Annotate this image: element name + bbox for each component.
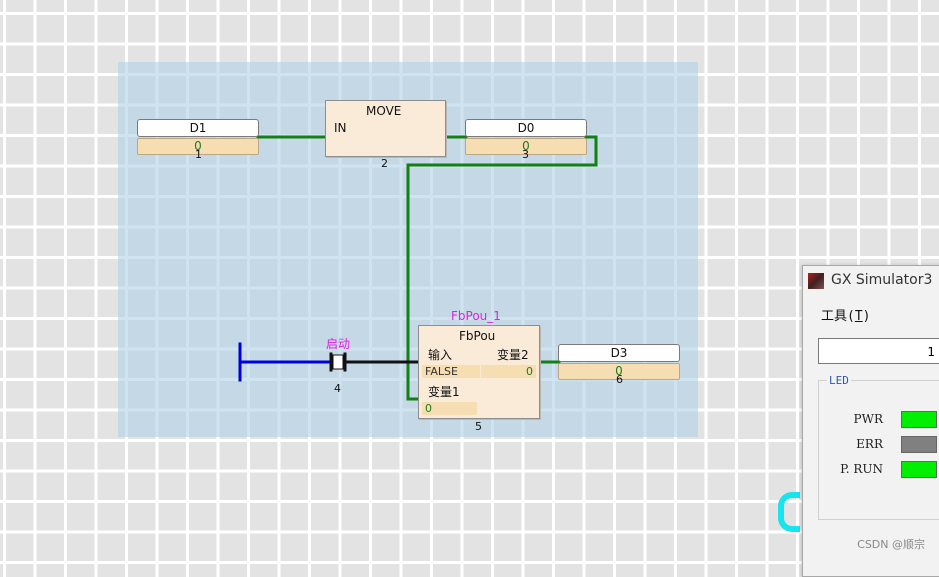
- gx-simulator-window[interactable]: GX Simulator3 工具(T) 1 LED PWR ERR P. RUN: [802, 265, 939, 577]
- window-title: GX Simulator3: [831, 272, 933, 288]
- fb-input2-value: 0: [422, 402, 477, 415]
- node-index-3: 3: [522, 148, 529, 161]
- fb-title: FbPou: [459, 329, 496, 343]
- variable-d0-name: D0: [465, 119, 587, 137]
- node-index-1: 1: [195, 148, 202, 161]
- led-label-err: ERR: [856, 437, 883, 451]
- variable-d3-name: D3: [558, 344, 680, 362]
- move-block-input: IN: [334, 121, 347, 135]
- fb-input2-label: 变量1: [428, 385, 460, 399]
- fb-output-label: 变量2: [497, 348, 529, 362]
- cyan-shape: [778, 492, 800, 532]
- led-label-prun: P. RUN: [840, 462, 883, 476]
- menu-tools[interactable]: 工具(T): [821, 305, 870, 324]
- menu-tools-suffix: ): [862, 309, 871, 324]
- variable-d1-name: D1: [137, 119, 259, 137]
- led-pwr-indicator: [901, 411, 937, 428]
- function-block-fbpou[interactable]: FbPou 输入 变量2 FALSE 0 变量1 0: [418, 325, 540, 419]
- node-index-2: 2: [381, 157, 388, 170]
- contact-body: [332, 354, 344, 370]
- led-label-pwr: PWR: [853, 412, 883, 426]
- fb-output-value: 0: [481, 365, 536, 378]
- led-prun-indicator: [901, 461, 937, 478]
- ladder-wires: [238, 135, 598, 401]
- app-icon: [808, 273, 824, 289]
- move-block[interactable]: MOVE IN: [325, 100, 446, 157]
- node-index-6: 6: [616, 373, 623, 386]
- fb-input1-value: FALSE: [422, 365, 480, 378]
- fb-input1-label: 输入: [428, 348, 453, 362]
- contact-label: 启动: [326, 337, 351, 351]
- node-index-5: 5: [475, 420, 482, 433]
- move-block-title: MOVE: [366, 104, 402, 118]
- watermark: CSDN @顺宗: [857, 538, 925, 551]
- led-legend: LED: [827, 374, 851, 387]
- led-err-indicator: [901, 436, 937, 453]
- fb-instance-name: FbPou_1: [451, 309, 501, 323]
- menu-tools-key: T: [854, 309, 863, 324]
- node-index-4: 4: [334, 382, 341, 395]
- station-field[interactable]: 1: [818, 338, 939, 364]
- menu-tools-prefix: 工具(: [821, 309, 855, 324]
